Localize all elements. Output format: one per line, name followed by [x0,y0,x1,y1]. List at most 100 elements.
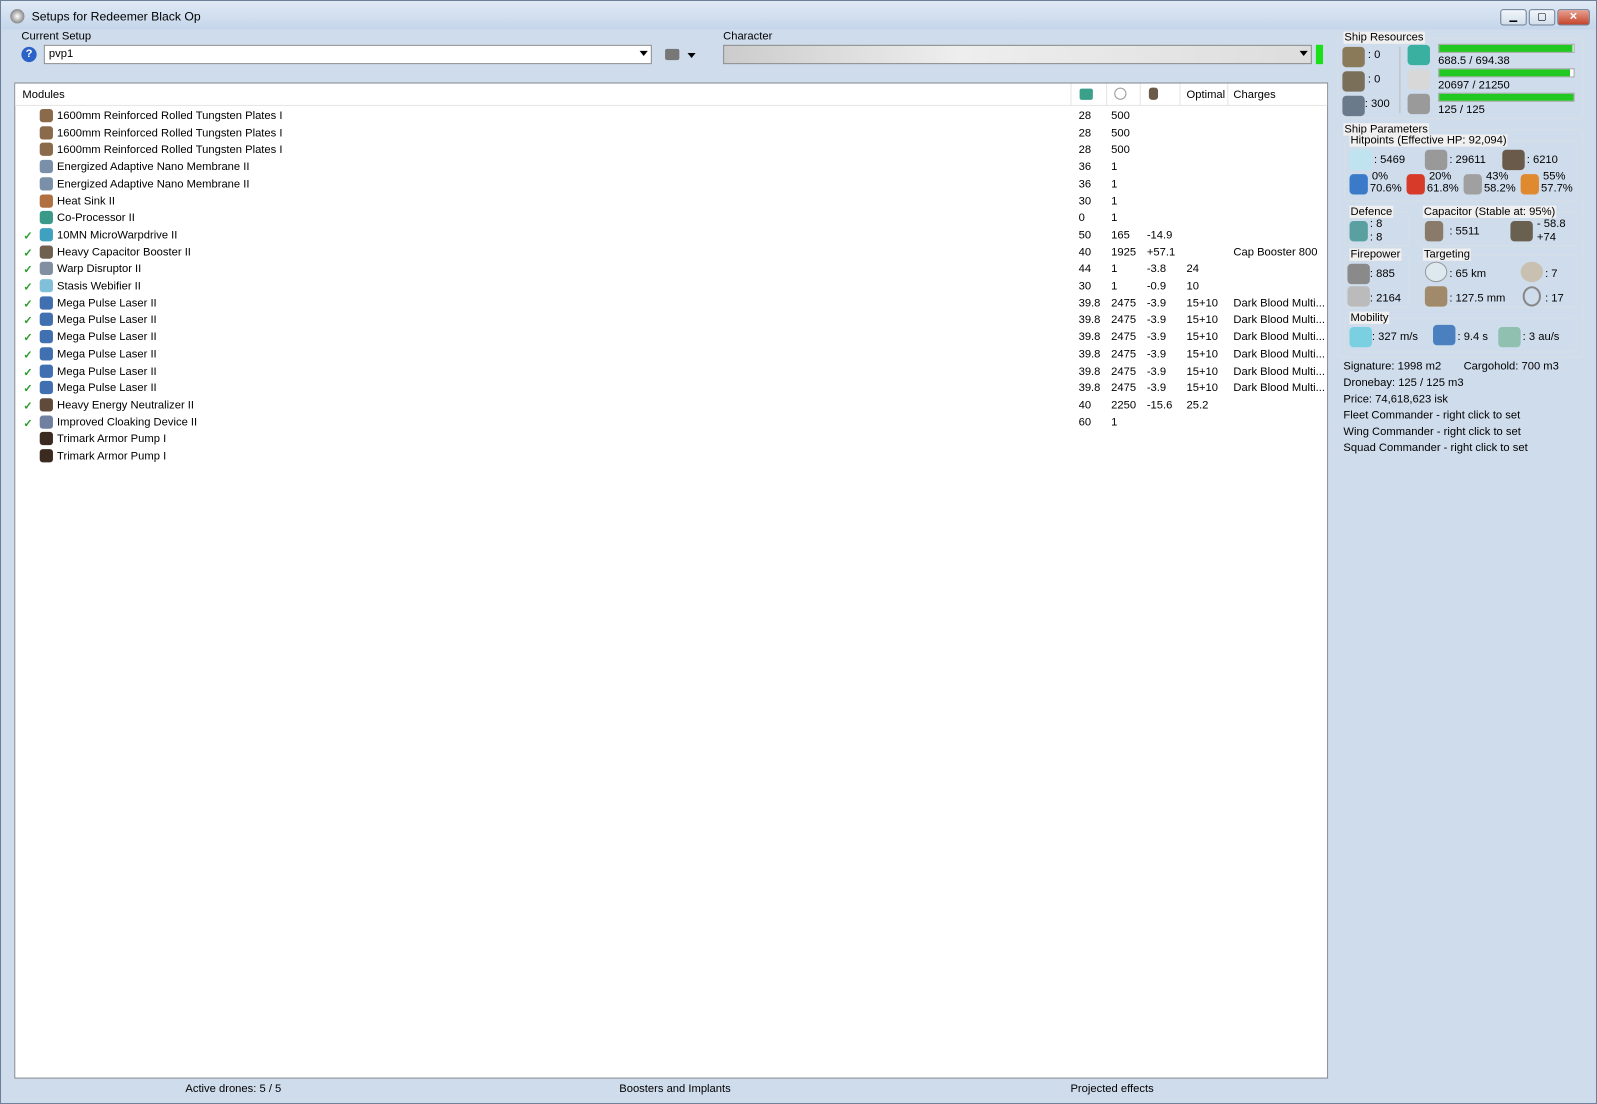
module-row[interactable]: ✓ Mega Pulse Laser II 39.8 2475 -3.9 15+10 Dar… [15,346,1327,362]
drones-tab[interactable]: Active drones: 5 / 5 [185,1083,281,1095]
capacitor-column-icon[interactable] [1148,87,1159,100]
setup-actions-button[interactable] [663,47,698,63]
module-row[interactable]: ✓ Warp Disruptor II 44 1 -3.8 24 [15,261,1327,277]
character-select[interactable] [723,44,1312,65]
ship-resources-label: Ship Resources [1343,31,1425,44]
velocity-icon [1349,326,1372,348]
module-row[interactable]: ✓ Heavy Energy Neutralizer II 40 2250 -15.6 2… [15,397,1327,413]
module-row[interactable]: ✓ 10MN MicroWarpdrive II 50 165 -14.9 [15,227,1327,243]
active-check-icon[interactable]: ✓ [23,280,32,293]
help-icon[interactable]: ? [21,46,37,63]
drone-bandwidth-bar [1438,92,1575,102]
module-row[interactable]: ✓ Mega Pulse Laser II 39.8 2475 -3.9 15+10 Dar… [15,312,1327,328]
active-check-icon[interactable]: ✓ [23,348,32,361]
module-cpu: 36 [1078,161,1092,174]
module-icon [39,228,53,242]
module-cpu: 0 [1078,212,1085,225]
module-name: Trimark Armor Pump I [57,450,167,463]
capacitor-label: Capacitor (Stable at: 95%) [1422,205,1557,218]
module-name: 1600mm Reinforced Rolled Tungsten Plates… [57,109,283,123]
active-check-icon[interactable]: ✓ [23,263,32,276]
active-check-icon[interactable]: ✓ [23,382,32,395]
module-cpu: 39.8 [1078,314,1101,327]
module-cap: -3.9 [1146,348,1167,361]
title-bar: Setups for Redeemer Black Op ▁ ▢ ✕ [1,1,1596,30]
module-row[interactable]: Trimark Armor Pump I [15,431,1327,447]
wing-commander[interactable]: Wing Commander - right click to set [1343,426,1520,438]
module-charges: Dark Blood Multi... [1233,297,1325,310]
max-targets-icon [1520,261,1544,283]
module-row[interactable]: Energized Adaptive Nano Membrane II 36 1 [15,176,1327,192]
resist-armor-value: 70.6% [1369,182,1402,195]
module-row[interactable]: ✓ Heavy Capacitor Booster II 40 1925 +57.1 Ca… [15,244,1327,260]
module-row[interactable]: ✓ Mega Pulse Laser II 39.8 2475 -3.9 15+10 Dar… [15,363,1327,379]
module-pg: 2475 [1111,382,1137,395]
cpu-column-icon[interactable] [1079,88,1093,100]
charges-column-header[interactable]: Charges [1233,89,1275,101]
squad-commander[interactable]: Squad Commander - right click to set [1343,442,1527,454]
optimal-column-header[interactable]: Optimal [1187,89,1226,101]
warp-speed-icon [1498,326,1521,348]
hitpoints-label: Hitpoints (Effective HP: 92,094) [1349,134,1508,147]
cpu-icon [1407,44,1430,66]
resist-shield-value: 0% [1371,170,1389,183]
chevron-down-icon [639,50,648,57]
module-row[interactable]: 1600mm Reinforced Rolled Tungsten Plates… [15,108,1327,124]
module-row[interactable]: Heat Sink II 30 1 [15,193,1327,209]
chevron-down-icon [687,52,696,59]
fleet-commander[interactable]: Fleet Commander - right click to set [1343,409,1520,421]
ship-icon [665,48,680,61]
minimize-button[interactable]: ▁ [1500,9,1527,26]
module-name: Improved Cloaking Device II [57,416,198,429]
powergrid-column-icon[interactable] [1114,87,1127,100]
module-icon [39,313,53,327]
hitpoints-group: Hitpoints (Effective HP: 92,094) : 5469 … [1344,134,1577,202]
active-check-icon[interactable]: ✓ [23,297,32,310]
module-name: Mega Pulse Laser II [57,314,157,327]
calibration-value: : 300 [1364,97,1390,110]
module-row[interactable]: 1600mm Reinforced Rolled Tungsten Plates… [15,142,1327,158]
active-check-icon[interactable]: ✓ [23,331,32,344]
active-check-icon[interactable]: ✓ [23,365,32,378]
sensor-strength-icon [1522,286,1541,307]
module-cpu: 39.8 [1078,348,1101,361]
module-name: Stasis Webifier II [57,280,141,293]
module-row[interactable]: ✓ Improved Cloaking Device II 60 1 [15,414,1327,430]
module-row[interactable]: Trimark Armor Pump I [15,448,1327,464]
capacitor-group: Capacitor (Stable at: 95%) : 5511 - 58.8… [1417,205,1577,247]
module-row[interactable]: ✓ Mega Pulse Laser II 39.8 2475 -3.9 15+10 Dar… [15,329,1327,345]
active-check-icon[interactable]: ✓ [23,314,32,327]
projected-effects-tab[interactable]: Projected effects [1070,1083,1153,1095]
module-pg: 500 [1111,126,1130,140]
drone-bandwidth-icon [1407,93,1430,115]
active-check-icon[interactable]: ✓ [23,399,32,412]
setup-select[interactable]: pvp1 [43,44,652,65]
module-row[interactable]: Energized Adaptive Nano Membrane II 36 1 [15,159,1327,175]
module-optimal: 15+10 [1186,314,1219,327]
module-row[interactable]: ✓ Mega Pulse Laser II 39.8 2475 -3.9 15+10 Dar… [15,295,1327,311]
maximize-button[interactable]: ▢ [1528,9,1556,26]
modules-list[interactable]: Modules Optimal Charges 1600mm Reinforce… [14,82,1329,1079]
module-row[interactable]: ✓ Stasis Webifier II 30 1 -0.9 10 [15,278,1327,294]
active-check-icon[interactable]: ✓ [23,229,32,242]
character-status-indicator [1315,44,1324,65]
firepower-label: Firepower [1349,248,1402,261]
boosters-implants-tab[interactable]: Boosters and Implants [619,1083,730,1095]
active-check-icon[interactable]: ✓ [23,416,32,429]
module-pg: 500 [1111,109,1130,123]
module-icon [39,142,53,157]
active-check-icon[interactable]: ✓ [23,246,32,259]
module-icon [39,279,53,293]
close-button[interactable]: ✕ [1557,9,1590,26]
launcher-slots: : 0 [1367,73,1381,86]
defence-value-2: : 8 [1369,231,1383,244]
modules-column-header[interactable]: Modules [22,89,64,101]
module-pg: 1 [1111,212,1118,225]
module-row[interactable]: 1600mm Reinforced Rolled Tungsten Plates… [15,125,1327,141]
module-optimal: 24 [1186,263,1200,276]
module-name: Heavy Energy Neutralizer II [57,399,195,412]
character-label: Character [723,30,773,43]
module-row[interactable]: ✓ Mega Pulse Laser II 39.8 2475 -3.9 15+10 Dar… [15,380,1327,396]
resist-shield-value: 43% [1485,170,1509,183]
module-row[interactable]: Co-Processor II 0 1 [15,210,1327,226]
